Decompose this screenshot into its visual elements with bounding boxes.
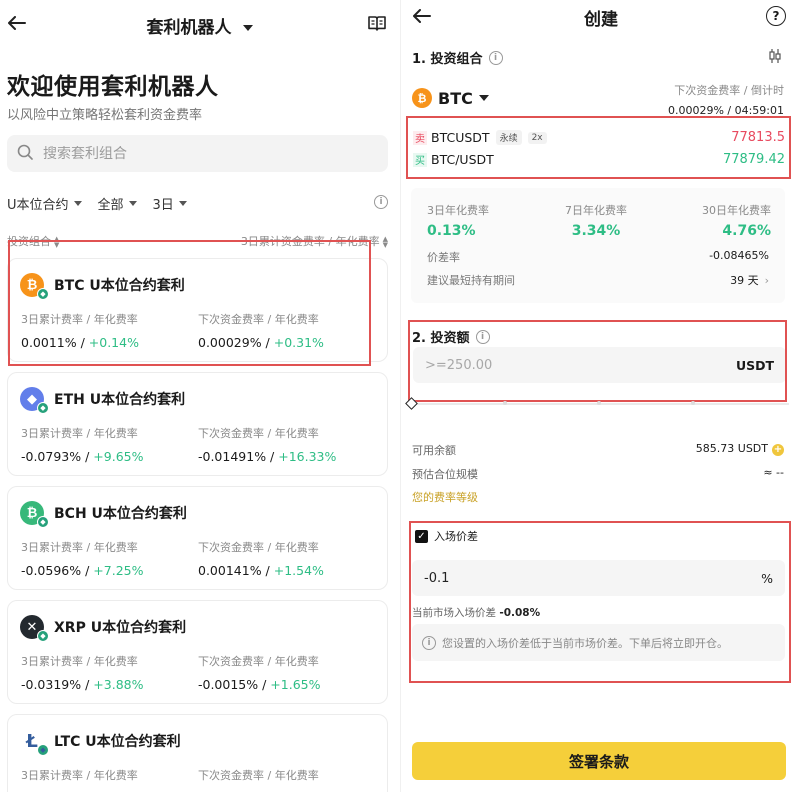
spread-notice: i 您设置的入场价差低于当前市场价差。下单后将立即开仓。 [412,624,785,661]
position-size-row: 预估合位规模 ≈ -- [412,466,784,481]
sell-price: 77813.5 [731,130,785,145]
buy-price: 77879.42 [722,152,785,167]
stat-3d: 3日年化费率 0.13% [427,204,489,239]
coin-selector[interactable]: ₿ BTC [412,88,489,108]
eth-coin-icon: ◆ ◆ [20,387,49,414]
add-funds-icon[interactable]: + [772,443,784,456]
search-input[interactable] [43,145,363,162]
info-icon: i [422,635,436,650]
help-icon[interactable]: ? [766,6,786,26]
chevron-right-icon: › [764,274,769,287]
card-title: BTC U本位合约套利 [54,278,185,294]
bot-card-ltc[interactable]: Ł ◆ LTC U本位合约套利 3日累计费率 / 年化费率 下次资金费率 / 年化… [7,714,388,792]
page-title[interactable]: 套利机器人 [0,13,400,38]
available-balance-row: 可用余额 585.73 USDT + [412,442,784,457]
usdt-badge-icon: ◆ [37,630,49,642]
leverage-tag: 2x [527,131,547,144]
xrp-coin-icon: ✕ ◆ [20,615,49,642]
chevron-down-icon [243,25,254,31]
sort-portfolio[interactable]: 投资组合 ▲ ▼ [7,233,59,249]
create-bot-panel: 创建 ? 1. 投资组合 i ₿ BTC 下次资金费率 / 倒计时 0.0002… [400,0,800,792]
bot-card-bch[interactable]: ₿ ◆ BCH U本位合约套利 3日累计费率 / 年化费率 -0.0596% / +… [7,486,388,590]
filter-all[interactable]: 全部 [98,194,137,213]
entry-spread-field[interactable]: % [412,560,785,596]
candlestick-icon[interactable] [768,48,782,64]
card-title: LTC U本位合约套利 [54,734,181,750]
checkbox-checked-icon[interactable]: ✓ [415,529,428,543]
stat-30d: 30日年化费率 4.76% [702,204,771,239]
filter-contract-type[interactable]: U本位合约 [7,194,82,213]
btc-coin-icon: ₿ [412,88,432,108]
pair-name: BTC/USDT [431,152,494,167]
usdt-badge-icon: ◆ [37,402,49,414]
amount-input[interactable] [425,357,736,373]
percent-unit: % [761,570,773,586]
investment-amount-field[interactable]: USDT [413,347,786,383]
slider-handle[interactable] [405,397,418,410]
page-title: 创建 [584,10,618,30]
caret-down-icon [128,200,137,206]
filter-period[interactable]: 3日 [153,194,187,213]
entry-spread-input[interactable] [424,570,762,586]
search-icon [17,144,33,164]
bot-list-panel: 套利机器人 欢迎使用套利机器人 以风险中立策略轻松套利资金费率 U本位合约 全部… [0,0,400,792]
bot-card-btc[interactable]: ₿ ◆ BTC U本位合约套利 3日累计费率 / 年化费率 0.0011% / +0… [7,258,388,362]
sign-terms-button[interactable]: 签署条款 [412,742,786,780]
rate-stats-box: 3日年化费率 0.13% 7日年化费率 3.34% 30日年化费率 4.76% … [411,188,785,303]
section-portfolio-title: 1. 投资组合 i [412,48,503,67]
stat-7d: 7日年化费率 3.34% [565,204,627,239]
sort-icon: ▲ ▼ [54,235,60,249]
section-amount-title: 2. 投资额 i [412,327,490,346]
pair-name: BTCUSDT [431,130,490,145]
usdt-badge-icon: ◆ [37,516,49,528]
ltc-coin-icon: Ł ◆ [20,729,49,756]
amount-unit: USDT [735,357,774,373]
bot-card-xrp[interactable]: ✕ ◆ XRP U本位合约套利 3日累计费率 / 年化费率 -0.0319% / +… [7,600,388,704]
perpetual-tag: 永续 [495,130,522,145]
search-bar[interactable] [7,135,388,172]
card-title: ETH U本位合约套利 [54,392,186,408]
bch-coin-icon: ₿ ◆ [20,501,49,528]
next-funding-rate: 下次资金费率 / 倒计时 0.00029% / 04:59:01 [667,84,784,117]
buy-leg: 买 BTC/USDT 77879.42 [413,152,785,167]
caret-down-icon [73,200,82,206]
card-title: XRP U本位合约套利 [54,620,187,636]
welcome-subtitle: 以风险中立策略轻松套利资金费率 [7,108,203,123]
usdt-badge-icon: ◆ [37,744,49,756]
info-icon[interactable]: i [475,329,490,344]
sort-rate[interactable]: 3日累计资金费率 / 年化费率 ▲ ▼ [241,233,388,249]
hold-period-row[interactable]: 建议最短持有期间 39 天 › [427,272,769,288]
usdt-badge-icon: ◆ [37,288,49,300]
sell-leg: 卖 BTCUSDT 永续 2x 77813.5 [413,130,785,145]
sort-icon: ▲ ▼ [382,235,388,249]
filter-bar: U本位合约 全部 3日 i [7,193,388,213]
info-icon[interactable]: i [488,50,503,65]
highlight-box [406,116,791,179]
fee-level-link[interactable]: 您的费率等级 [412,489,478,505]
caret-down-icon [178,200,187,206]
card-title: BCH U本位合约套利 [54,506,187,522]
caret-down-icon [478,95,489,101]
buy-badge: 买 [413,152,427,167]
current-market-spread: 当前市场入场价差 -0.08% [412,607,541,619]
entry-spread-toggle[interactable]: ✓ 入场价差 [415,528,478,544]
spread-rate-row: 价差率 -0.08465% [427,249,769,264]
sell-badge: 卖 [413,130,427,145]
column-header: 投资组合 ▲ ▼ 3日累计资金费率 / 年化费率 ▲ ▼ [7,233,388,249]
btc-coin-icon: ₿ ◆ [20,273,49,300]
bot-card-eth[interactable]: ◆ ◆ ETH U本位合约套利 3日累计费率 / 年化费率 -0.0793% / +… [7,372,388,476]
amount-slider[interactable] [405,397,789,411]
welcome-title: 欢迎使用套利机器人 [7,74,219,100]
info-icon[interactable]: i [374,195,388,209]
book-icon[interactable] [366,12,388,34]
header: 套利机器人 [0,10,400,38]
